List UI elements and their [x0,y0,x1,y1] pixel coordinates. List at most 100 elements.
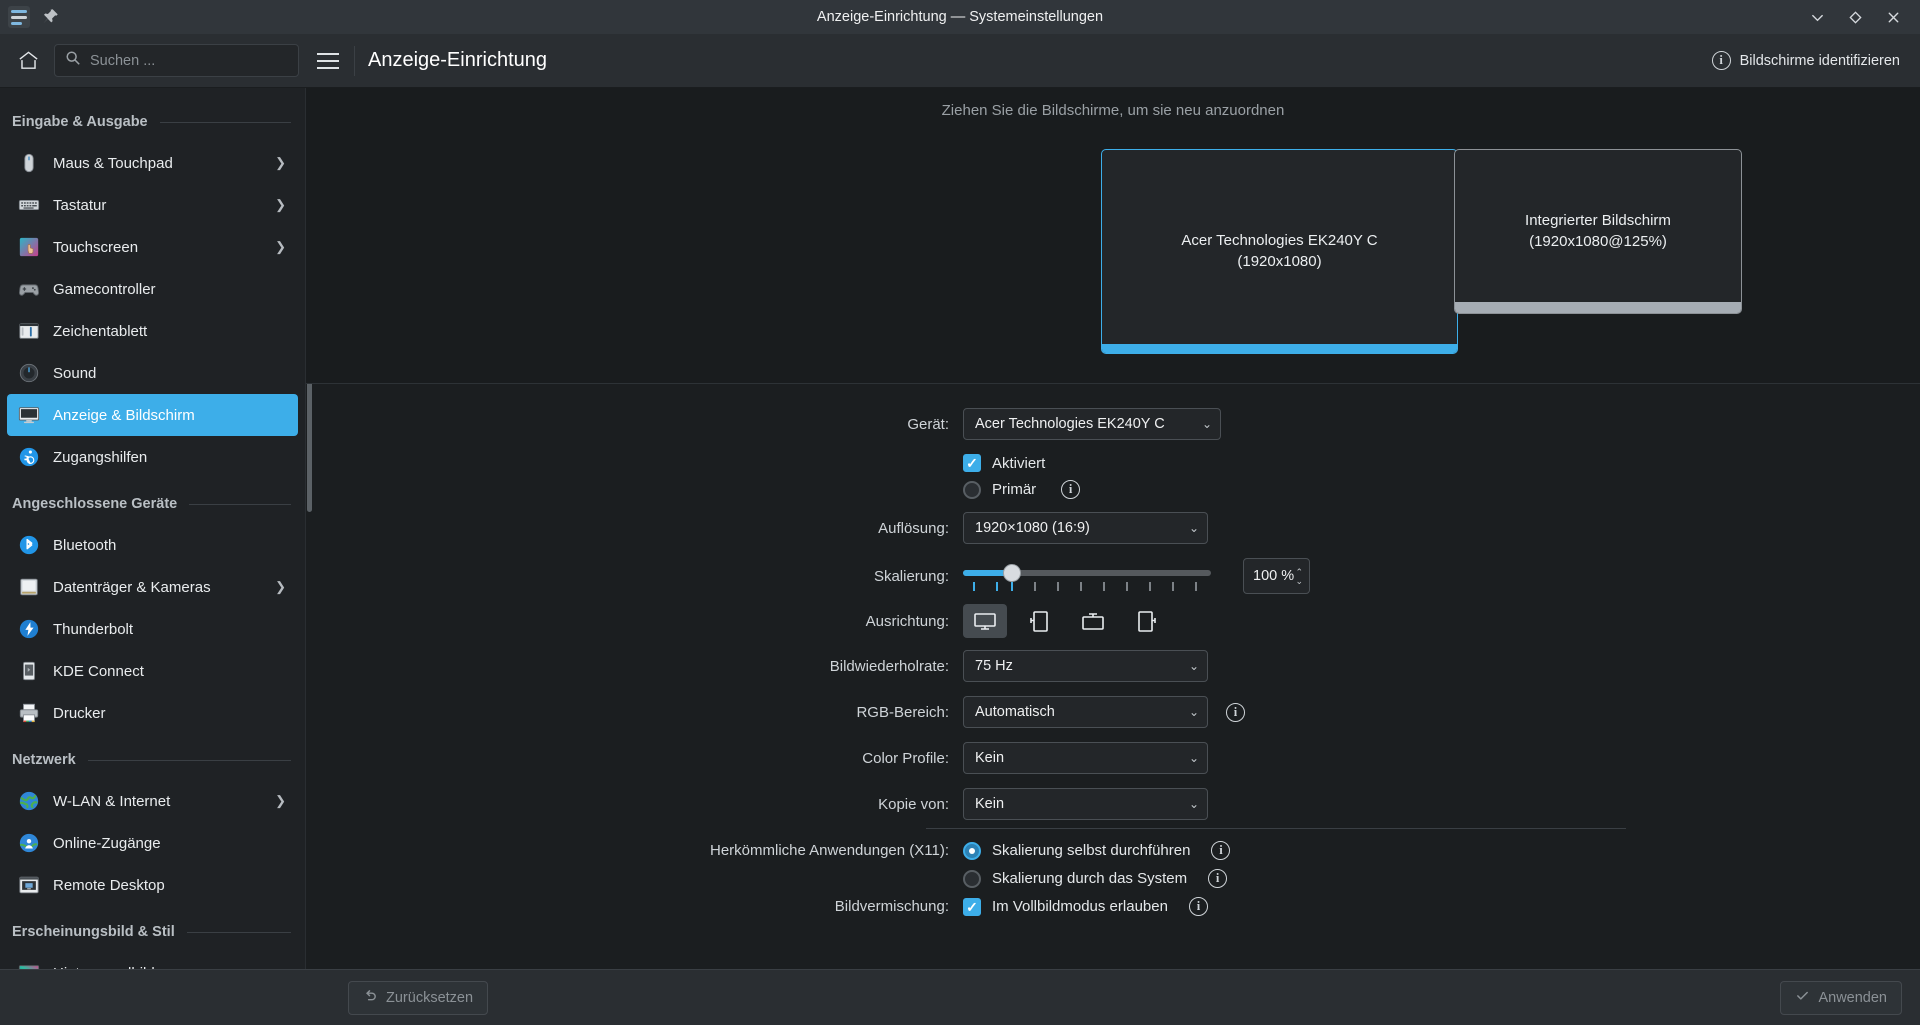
slider-handle[interactable] [1003,564,1021,582]
sidebar-item-label: Hintergrundbild [53,965,155,970]
close-icon[interactable] [1876,2,1910,32]
orientation-portrait-left-button[interactable] [1017,604,1061,638]
divider [189,503,291,505]
screen-primary-indicator [1102,344,1457,353]
sidebar-item-sound[interactable]: Sound [7,352,298,394]
refresh-rate-select[interactable]: 75 Hz ⌄ [963,650,1208,682]
row-resolution: Auflösung: 1920×1080 (16:9) ⌄ [306,512,1920,544]
replica-value: Kein [975,796,1005,812]
identify-screens-button[interactable]: i Bildschirme identifizieren [1711,51,1920,70]
info-icon[interactable]: i [1226,702,1245,722]
wallpaper-icon [17,961,41,969]
sidebar-item-thunderbolt[interactable]: Thunderbolt [7,608,298,650]
row-legacy-apps: Herkömmliche Anwendungen (X11): Skalieru… [306,841,1920,860]
enabled-checkbox[interactable]: Aktiviert [963,454,1045,472]
sidebar-item-touchscreen[interactable]: Touchscreen ❯ [7,226,298,268]
checkbox-indicator[interactable] [963,454,981,472]
color-profile-select[interactable]: Kein ⌄ [963,742,1208,774]
window-titlebar: Anzeige-Einrichtung — Systemeinstellunge… [0,0,1920,34]
info-icon: i [1711,51,1731,70]
radio-indicator[interactable] [963,480,981,499]
sidebar-item-remote-desktop[interactable]: Remote Desktop [7,864,298,906]
accessibility-icon [17,445,41,469]
checkbox-indicator[interactable] [963,897,981,916]
sidebar-item-label: KDE Connect [53,662,144,680]
screen-arrangement-area[interactable]: Ziehen Sie die Bildschirme, um sie neu a… [306,88,1920,384]
row-legacy-apps-2: Skalierung durch das System i [306,869,1920,888]
resolution-select[interactable]: 1920×1080 (16:9) ⌄ [963,512,1208,544]
sidebar-item-zeichentablett[interactable]: Zeichentablett [7,310,298,352]
screen-tile-acer[interactable]: Acer Technologies EK240Y C (1920x1080) [1101,149,1458,354]
window-body: Eingabe & Ausgabe Maus & Touchpad ❯ Tast… [0,88,1920,969]
scaling-spinbox[interactable]: 100 % ⌃ ⌄ [1243,558,1310,594]
replica-select[interactable]: Kein ⌄ [963,788,1208,820]
orientation-landscape-button[interactable] [963,604,1007,638]
screen-tile-text: Acer Technologies EK240Y C (1920x1080) [1181,231,1377,272]
hamburger-menu-icon[interactable] [308,42,348,80]
screen-tile-name: Acer Technologies EK240Y C [1181,231,1378,249]
sidebar-item-drucker[interactable]: Drucker [7,692,298,734]
radio-indicator[interactable] [963,869,981,888]
sidebar-item-label: Zeichentablett [53,322,148,340]
divider [159,121,291,123]
radio-indicator[interactable] [963,841,981,860]
sidebar-item-maus-touchpad[interactable]: Maus & Touchpad ❯ [7,142,298,184]
blending-checkbox[interactable]: Im Vollbildmodus erlauben i [963,897,1208,916]
apply-button[interactable]: Anwenden [1780,980,1902,1015]
sidebar-item-gamecontroller[interactable]: Gamecontroller [7,268,298,310]
screen-tile-integrated[interactable]: Integrierter Bildschirm (1920x1080@125%) [1454,149,1742,314]
orientation-portrait-right-button[interactable] [1125,604,1169,638]
sidebar-item-label: Drucker [53,704,106,722]
sidebar-item-bluetooth[interactable]: Bluetooth [7,524,298,566]
sidebar-item-zugangshilfen[interactable]: Zugangshilfen [7,436,298,478]
sidebar-item-tastatur[interactable]: Tastatur ❯ [7,184,298,226]
legacy-option-1-label: Skalierung selbst durchführen [992,842,1191,859]
printer-icon [17,701,41,725]
sidebar-item-kde-connect[interactable]: KDE Connect [7,650,298,692]
sidebar-item-online-zugaenge[interactable]: Online-Zugänge [7,822,298,864]
home-icon[interactable] [7,43,49,79]
legacy-option-1-radio[interactable]: Skalierung selbst durchführen i [963,841,1231,860]
info-icon[interactable]: i [1061,480,1081,499]
info-icon[interactable]: i [1188,897,1208,916]
chevron-right-icon: ❯ [275,197,286,212]
scaling-slider[interactable] [963,559,1211,593]
info-icon[interactable]: i [1211,841,1231,860]
sidebar-category-input-output: Eingabe & Ausgabe [0,102,305,142]
chevron-right-icon: ❯ [275,155,286,170]
resolution-label: Auflösung: [878,519,949,537]
chevron-down-icon: ⌄ [1295,575,1303,586]
info-icon[interactable]: i [1208,869,1228,888]
check-icon [1795,988,1810,1007]
sidebar-item-anzeige-bildschirm[interactable]: Anzeige & Bildschirm [7,394,298,436]
sidebar-item-label: Sound [53,364,97,382]
sidebar-item-wlan-internet[interactable]: W-LAN & Internet ❯ [7,780,298,822]
search-input[interactable]: Suchen ... [54,44,299,77]
pin-icon[interactable] [40,7,60,27]
spinner-arrows[interactable]: ⌃ ⌄ [1295,567,1303,586]
apply-label: Anwenden [1818,989,1887,1006]
row-primary: Primär i [306,480,1920,499]
primary-radio[interactable]: Primär i [963,480,1081,499]
app-header: Suchen ... Anzeige-Einrichtung i Bildsch… [0,34,1920,88]
refresh-rate-label: Bildwiederholrate: [829,657,949,675]
header-divider [354,45,355,76]
legacy-option-2-radio[interactable]: Skalierung durch das System i [963,869,1228,888]
blending-option-label: Im Vollbildmodus erlauben [992,898,1168,915]
screen-base-bar [1455,302,1741,313]
sidebar-item-datentraeger-kameras[interactable]: Datenträger & Kameras ❯ [7,566,298,608]
orientation-landscape-flipped-button[interactable] [1071,604,1115,638]
sidebar-item-hintergrundbild[interactable]: Hintergrundbild [7,952,298,969]
chevron-down-icon: ⌄ [1188,751,1199,765]
rgb-range-select[interactable]: Automatisch ⌄ [963,696,1208,728]
diamond-icon[interactable] [1838,2,1872,32]
reset-button[interactable]: Zurücksetzen [348,980,489,1015]
sidebar-item-label: Gamecontroller [53,280,156,298]
sidebar-item-label: W-LAN & Internet [53,792,171,810]
sidebar-item-label: Datenträger & Kameras [53,578,211,596]
undo-icon [363,988,378,1007]
screen-tile-mode: (1920x1080@125%) [1529,232,1667,250]
chevron-right-icon: ❯ [275,793,286,808]
chevron-down-icon[interactable] [1800,2,1834,32]
device-select[interactable]: Acer Technologies EK240Y C ⌄ [963,408,1221,440]
